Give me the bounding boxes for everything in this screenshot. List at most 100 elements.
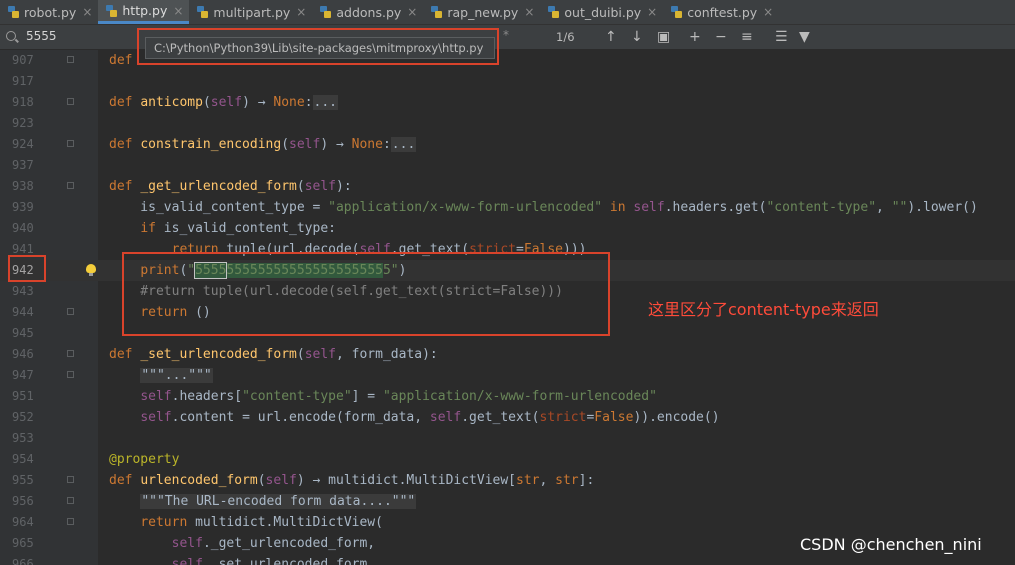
tab-label: conftest.py — [687, 4, 758, 20]
editor-tab-bar: robot.py × http.py × multipart.py × addons.… — [0, 0, 1015, 25]
python-file-icon — [320, 6, 332, 18]
code-line: 940 if is_valid_content_type: — [0, 218, 1015, 239]
match-count: 1/6 — [556, 30, 575, 44]
code-line: 939 is_valid_content_type = "application… — [0, 197, 1015, 218]
code-text: self.headers["content-type"] = "applicat… — [140, 389, 657, 404]
fold-icon[interactable] — [67, 518, 74, 525]
fold-icon[interactable] — [67, 350, 74, 357]
toggle-select-icon[interactable]: ≡ — [741, 28, 753, 46]
add-occurrence-icon[interactable]: + — [689, 28, 701, 46]
fold-icon[interactable] — [67, 476, 74, 483]
fold-icon[interactable] — [67, 98, 74, 105]
line-number: 947 — [12, 368, 34, 382]
fold-icon[interactable] — [67, 308, 74, 315]
fold-icon[interactable] — [67, 140, 74, 147]
select-all-icon[interactable]: ▣ — [657, 28, 670, 46]
code-text: return multidict.MultiDictView( — [140, 515, 383, 530]
line-number: 940 — [12, 221, 34, 235]
code-text: self._set_urlencoded_form — [171, 557, 368, 565]
code-line: 954 @property — [0, 449, 1015, 470]
tab-robot-py[interactable]: robot.py × — [0, 0, 98, 24]
close-icon[interactable]: × — [296, 5, 306, 19]
docstring-folded[interactable]: """The URL-encoded form data....""" — [140, 494, 417, 509]
close-icon[interactable]: × — [647, 5, 657, 19]
close-icon[interactable]: × — [524, 5, 534, 19]
docstring-folded[interactable]: """...""" — [140, 368, 213, 383]
code-line: 937 — [0, 155, 1015, 176]
close-icon[interactable]: × — [173, 4, 183, 18]
remove-occurrence-icon[interactable]: − — [715, 28, 727, 46]
line-number: 917 — [12, 74, 34, 88]
tab-http-py[interactable]: http.py × — [98, 0, 190, 24]
annotation-box-path — [137, 28, 499, 65]
code-line: 918 def anticomp(self) → None:... — [0, 92, 1015, 113]
tab-rap-new-py[interactable]: rap_new.py × — [423, 0, 540, 24]
code-text: self._get_urlencoded_form, — [171, 536, 376, 551]
line-number: 944 — [12, 305, 34, 319]
annotation-box-code — [122, 252, 610, 336]
code-text: @property — [109, 449, 179, 470]
annotation-text: 这里区分了content-type来返回 — [648, 300, 879, 319]
code-line: 938 def _get_urlencoded_form(self): — [0, 176, 1015, 197]
code-line: 966 self._set_urlencoded_form — [0, 554, 1015, 565]
line-number: 938 — [12, 179, 34, 193]
fold-icon[interactable] — [67, 182, 74, 189]
tab-label: rap_new.py — [447, 4, 519, 20]
regex-marker: * — [503, 28, 509, 42]
line-number: 918 — [12, 95, 34, 109]
tab-label: out_duibi.py — [564, 4, 642, 20]
code-text: def — [109, 50, 132, 71]
annotation-box-line-number — [8, 255, 46, 282]
arrow-down-icon[interactable]: ↓ — [631, 28, 643, 46]
line-number: 943 — [12, 284, 34, 298]
keyword: def — [109, 53, 133, 68]
code-text: is_valid_content_type = "application/x-w… — [109, 200, 978, 215]
code-line: 955 def urlencoded_form(self) → multidict… — [0, 470, 1015, 491]
close-icon[interactable]: × — [763, 5, 773, 19]
code-line: 946 def _set_urlencoded_form(self, form_d… — [0, 344, 1015, 365]
code-line: 917 — [0, 71, 1015, 92]
line-number: 952 — [12, 410, 34, 424]
tab-conftest-py[interactable]: conftest.py × — [663, 0, 779, 24]
code-line: 947 """...""" — [0, 365, 1015, 386]
tab-label: http.py — [122, 3, 168, 18]
fold-icon[interactable] — [67, 371, 74, 378]
search-input[interactable]: 5555 — [26, 29, 57, 43]
search-icon[interactable] — [6, 31, 16, 41]
python-file-icon — [548, 6, 560, 18]
line-number: 956 — [12, 494, 34, 508]
code-line: 951 self.headers["content-type"] = "appl… — [0, 386, 1015, 407]
tab-out-duibi-py[interactable]: out_duibi.py × — [540, 0, 663, 24]
line-number: 945 — [12, 326, 34, 340]
line-number: 954 — [12, 452, 34, 466]
tab-label: multipart.py — [213, 4, 291, 20]
line-number: 907 — [12, 53, 34, 67]
code-line: 953 — [0, 428, 1015, 449]
python-file-icon — [8, 6, 19, 18]
close-icon[interactable]: × — [82, 5, 92, 19]
code-line: 923 — [0, 113, 1015, 134]
python-file-icon — [671, 6, 683, 18]
close-icon[interactable]: × — [407, 5, 417, 19]
lightbulb-icon[interactable] — [86, 264, 96, 277]
tab-addons-py[interactable]: addons.py × — [312, 0, 423, 24]
line-number: 955 — [12, 473, 34, 487]
line-number: 966 — [12, 557, 34, 565]
code-text: def _set_urlencoded_form(self, form_data… — [109, 347, 438, 362]
line-number: 953 — [12, 431, 34, 445]
code-text: def urlencoded_form(self) → multidict.Mu… — [109, 473, 595, 488]
line-number: 924 — [12, 137, 34, 151]
filter-settings-icon[interactable]: ☰ — [775, 28, 788, 46]
fold-icon[interactable] — [67, 56, 74, 63]
arrow-up-icon[interactable]: ↑ — [605, 28, 617, 46]
line-number: 923 — [12, 116, 34, 130]
code-line: 952 self.content = url.encode(form_data,… — [0, 407, 1015, 428]
fold-icon[interactable] — [67, 497, 74, 504]
watermark: CSDN @chenchen_nini — [800, 535, 982, 554]
code-text: def _get_urlencoded_form(self): — [109, 179, 352, 194]
decorator: @property — [109, 452, 180, 467]
tab-multipart-py[interactable]: multipart.py × — [189, 0, 312, 24]
funnel-icon[interactable]: ▼ — [799, 28, 810, 46]
code-text: """...""" — [109, 365, 213, 386]
code-text: self.content = url.encode(form_data, sel… — [140, 410, 720, 425]
